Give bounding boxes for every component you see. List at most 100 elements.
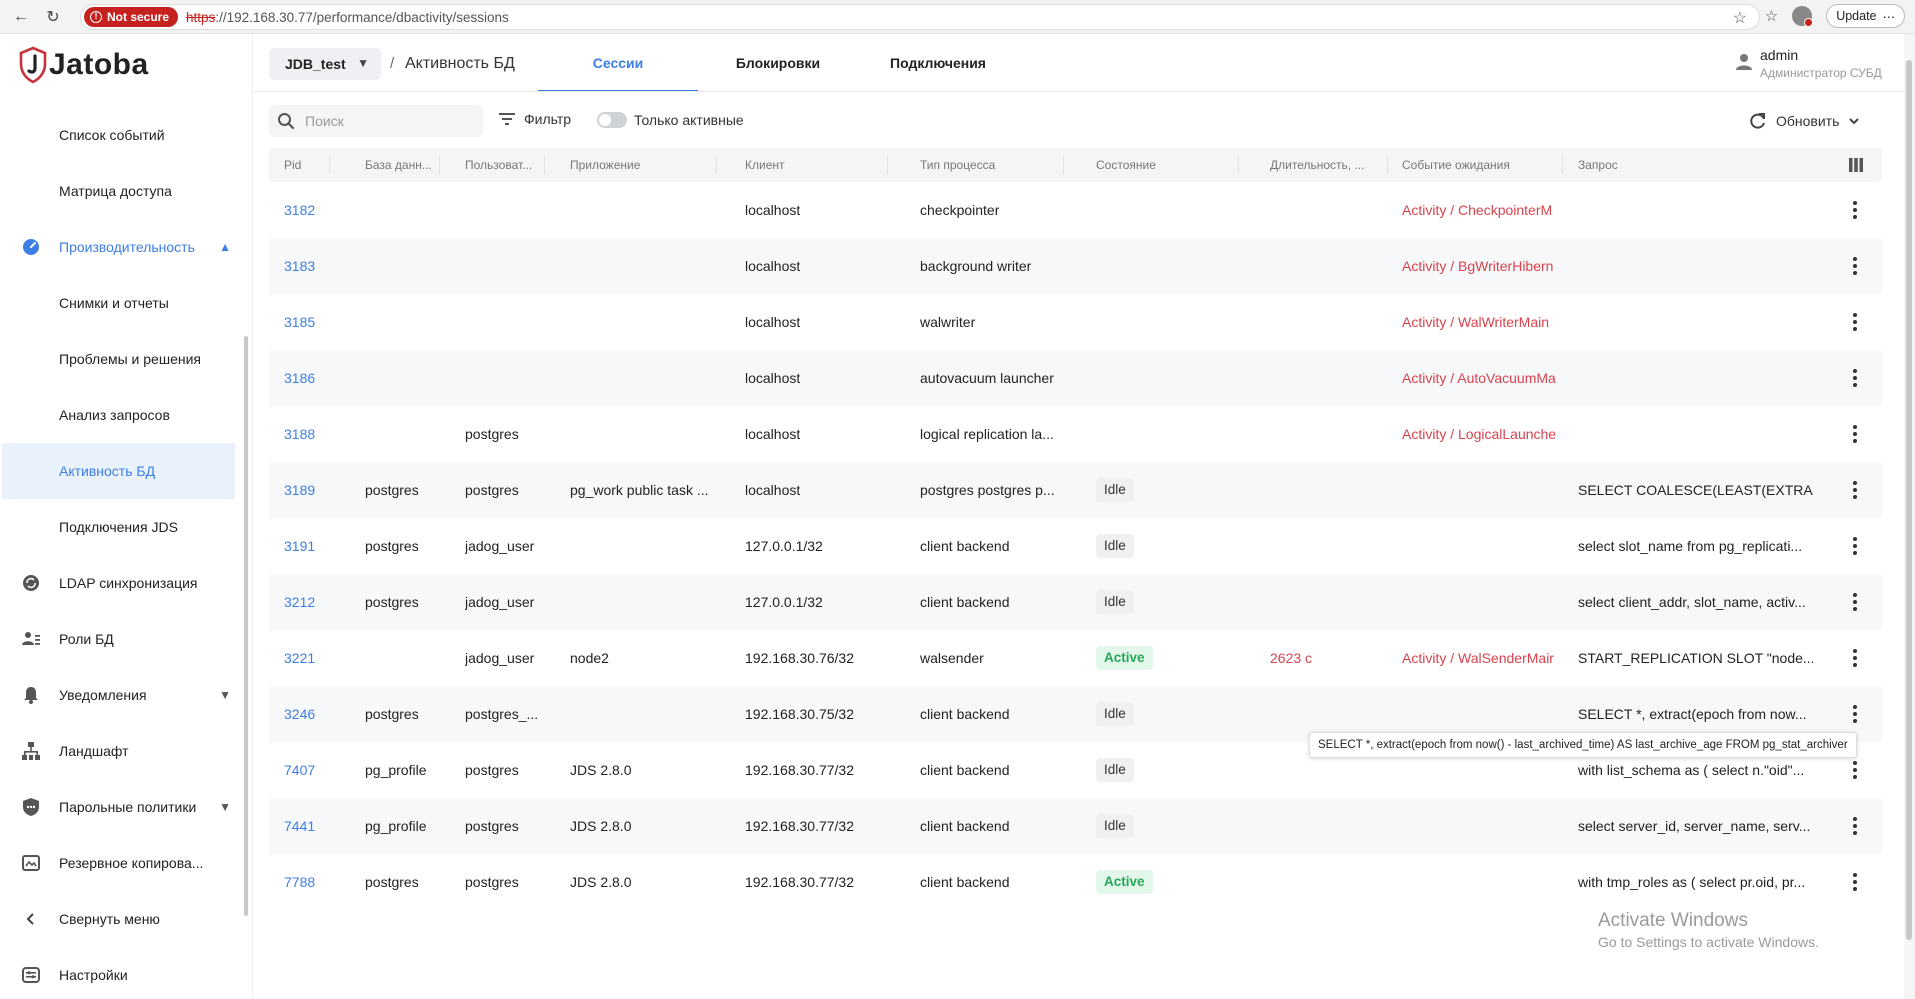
row-wait-event: Activity / LogicalLaunche [1402, 426, 1557, 442]
row-pid[interactable]: 3246 [284, 706, 315, 722]
back-icon[interactable]: ← [10, 6, 32, 28]
row-actions-icon[interactable] [1845, 367, 1865, 389]
column-header-pid[interactable]: Pid [284, 158, 301, 172]
table-row[interactable]: 3188 postgres localhost logical replication… [269, 406, 1882, 462]
column-header-database[interactable]: База данн... [365, 158, 433, 172]
sidebar-item-notifications[interactable]: Уведомления ▼ [2, 667, 235, 723]
sidebar-item-landscape[interactable]: Ландшафт [2, 723, 235, 779]
favorites-icon[interactable]: ☆ [1765, 7, 1778, 25]
row-pid[interactable]: 3185 [284, 314, 315, 330]
sidebar-item-query-analysis[interactable]: Анализ запросов [2, 387, 235, 443]
filter-button[interactable]: Фильтр [499, 111, 571, 127]
profile-avatar[interactable] [1792, 6, 1814, 27]
row-database: postgres [365, 706, 419, 722]
row-actions-icon[interactable] [1845, 815, 1865, 837]
table-row[interactable]: 3191 postgres jadog_user 127.0.0.1/32 client… [269, 518, 1882, 574]
row-actions-icon[interactable] [1845, 591, 1865, 613]
row-pid[interactable]: 3221 [284, 650, 315, 666]
tab-connections[interactable]: Подключения [858, 34, 1018, 92]
sidebar-item-ldap-sync[interactable]: LDAP синхронизация [2, 555, 235, 611]
table-row[interactable]: 3182 localhost checkpointer Activity / Chec… [269, 182, 1882, 238]
row-query[interactable]: select slot_name from pg_replicati... [1578, 538, 1802, 554]
sidebar-item-db-roles[interactable]: Роли БД [2, 611, 235, 667]
sidebar-item-jds-connections[interactable]: Подключения JDS [2, 499, 235, 555]
columns-settings-icon[interactable] [1848, 157, 1864, 173]
row-query[interactable]: select server_id, server_name, serv... [1578, 818, 1810, 834]
row-actions-icon[interactable] [1845, 199, 1865, 221]
row-pid[interactable]: 7441 [284, 818, 315, 834]
update-button[interactable]: Update ⋯ [1826, 4, 1905, 28]
sidebar-item-problems[interactable]: Проблемы и решения [2, 331, 235, 387]
page-scrollbar[interactable] [1906, 60, 1912, 940]
row-pid[interactable]: 3212 [284, 594, 315, 610]
column-header-client[interactable]: Клиент [745, 158, 785, 172]
bookmark-star-icon[interactable]: ☆ [1733, 8, 1747, 28]
row-pid[interactable]: 3186 [284, 370, 315, 386]
row-query[interactable]: select client_addr, slot_name, activ... [1578, 594, 1806, 610]
sidebar-item-collapse-menu[interactable]: Свернуть меню [2, 891, 235, 947]
column-header-state[interactable]: Состояние [1096, 158, 1156, 172]
row-actions-icon[interactable] [1845, 311, 1865, 333]
column-separator [887, 156, 888, 174]
row-database: postgres [365, 482, 419, 498]
row-query[interactable]: START_REPLICATION SLOT "node... [1578, 650, 1813, 666]
database-selector[interactable]: JDB_test ▼ [269, 48, 381, 80]
refresh-button[interactable]: Обновить [1748, 111, 1861, 131]
table-row[interactable]: 3186 localhost autovacuum launcher Activity… [269, 350, 1882, 406]
row-client: 127.0.0.1/32 [745, 594, 823, 610]
column-header-duration[interactable]: Длительность, ... [1270, 158, 1368, 172]
table-row[interactable]: 3189 postgres postgres pg_work public task … [269, 462, 1882, 518]
column-separator [329, 156, 330, 174]
sidebar-item-password-policies[interactable]: Парольные политики ▼ [2, 779, 235, 835]
column-header-query[interactable]: Запрос [1578, 158, 1618, 172]
sidebar-item-backup[interactable]: Резервное копирова... [2, 835, 235, 891]
row-actions-icon[interactable] [1845, 255, 1865, 277]
row-query[interactable]: with tmp_roles as ( select pr.oid, pr... [1578, 874, 1805, 890]
row-query[interactable]: SELECT COALESCE(LEAST(EXTRA... [1578, 482, 1813, 498]
search-box[interactable] [269, 105, 483, 137]
sidebar-item-events[interactable]: Список событий [2, 107, 235, 163]
logo[interactable]: Jatoba [18, 46, 149, 84]
table-row[interactable]: 7441 pg_profile postgres JDS 2.8.0 192.168.3… [269, 798, 1882, 854]
header-divider [254, 91, 1915, 92]
table-row[interactable]: 3221 jadog_user node2 192.168.30.76/32 walse… [269, 630, 1882, 686]
table-row[interactable]: 7788 postgres postgres JDS 2.8.0 192.168.30.… [269, 854, 1882, 910]
column-header-user[interactable]: Пользоват... [465, 158, 541, 172]
row-actions-icon[interactable] [1845, 703, 1865, 725]
tab-sessions[interactable]: Сессии [538, 34, 698, 92]
column-header-application[interactable]: Приложение [570, 158, 640, 172]
not-secure-badge[interactable]: ! Not secure [84, 7, 179, 27]
row-actions-icon[interactable] [1845, 535, 1865, 557]
row-actions-icon[interactable] [1845, 423, 1865, 445]
row-actions-icon[interactable] [1845, 871, 1865, 893]
row-application: JDS 2.8.0 [570, 874, 632, 890]
sidebar-item-db-activity[interactable]: Активность БД [2, 443, 235, 499]
sidebar-scrollbar[interactable] [244, 336, 248, 916]
row-pid[interactable]: 3182 [284, 202, 315, 218]
reload-icon[interactable]: ↻ [42, 6, 64, 28]
row-pid[interactable]: 3188 [284, 426, 315, 442]
row-pid[interactable]: 3191 [284, 538, 315, 554]
row-actions-icon[interactable] [1845, 759, 1865, 781]
row-pid[interactable]: 7407 [284, 762, 315, 778]
sidebar-item-performance[interactable]: Производительность ▲ [2, 219, 235, 275]
address-bar[interactable]: ! Not secure https://192.168.30.77/perfo… [80, 4, 1760, 30]
column-header-wait-event[interactable]: Событие ожидания [1402, 158, 1510, 172]
sidebar-item-settings[interactable]: Настройки [2, 947, 235, 999]
table-row[interactable]: 3212 postgres jadog_user 127.0.0.1/32 client… [269, 574, 1882, 630]
only-active-toggle[interactable] [597, 112, 627, 128]
row-pid[interactable]: 3189 [284, 482, 315, 498]
tab-locks[interactable]: Блокировки [698, 34, 858, 92]
row-query[interactable]: with list_schema as ( select n."oid"... [1578, 762, 1804, 778]
row-pid[interactable]: 7788 [284, 874, 315, 890]
column-header-process-type[interactable]: Тип процесса [920, 158, 995, 172]
table-row[interactable]: 3183 localhost background writer Activity /… [269, 238, 1882, 294]
search-input[interactable] [305, 113, 475, 129]
sidebar-item-access-matrix[interactable]: Матрица доступа [2, 163, 235, 219]
row-pid[interactable]: 3183 [284, 258, 315, 274]
row-query[interactable]: SELECT *, extract(epoch from now... [1578, 706, 1807, 722]
sidebar-item-snapshots[interactable]: Снимки и отчеты [2, 275, 235, 331]
row-actions-icon[interactable] [1845, 479, 1865, 501]
row-actions-icon[interactable] [1845, 647, 1865, 669]
table-row[interactable]: 3185 localhost walwriter Activity / WalWrit… [269, 294, 1882, 350]
